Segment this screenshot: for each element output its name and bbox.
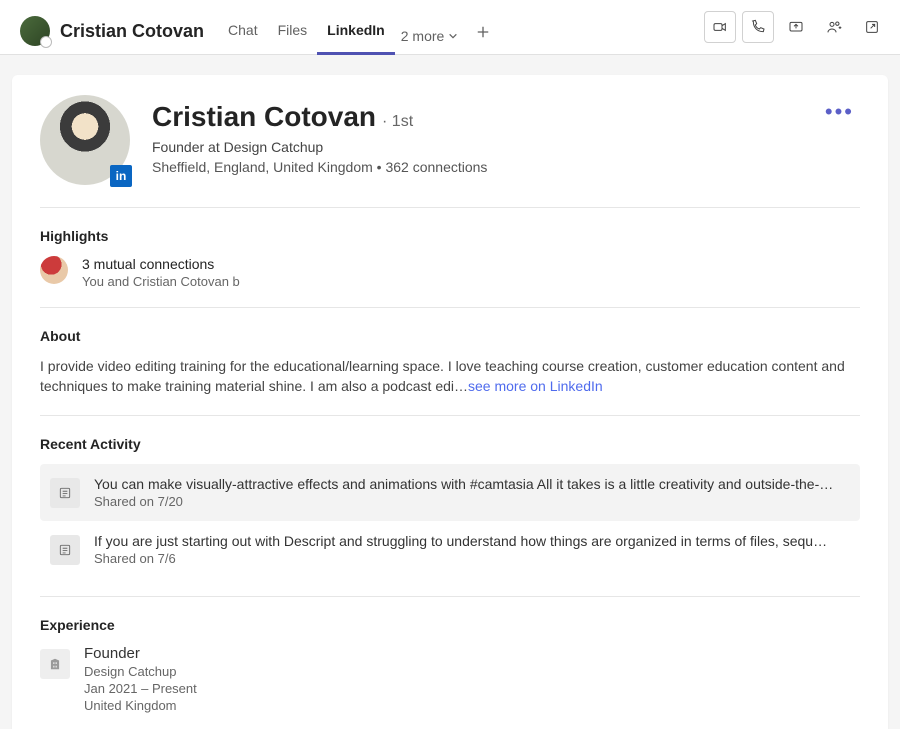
activity-title: You can make visually-attractive effects…	[94, 476, 834, 492]
plus-icon	[476, 25, 490, 39]
tab-chat[interactable]: Chat	[218, 14, 268, 55]
video-call-button[interactable]	[704, 11, 736, 43]
activity-title: If you are just starting out with Descri…	[94, 533, 834, 549]
mutual-connections-title: 3 mutual connections	[82, 256, 240, 272]
about-section: About I provide video editing training f…	[40, 307, 860, 415]
activity-date: Shared on 7/20	[94, 494, 834, 509]
connection-degree: · 1st	[382, 113, 413, 131]
article-icon	[50, 535, 80, 565]
experience-item: Founder Design Catchup Jan 2021 – Presen…	[40, 645, 860, 713]
about-text: I provide video editing training for the…	[40, 358, 845, 394]
conversation-title: Cristian Cotovan	[60, 21, 204, 42]
experience-location: United Kingdom	[84, 698, 197, 713]
profile-location: Sheffield, England, United Kingdom	[152, 159, 373, 175]
tab-linkedin[interactable]: LinkedIn	[317, 14, 395, 55]
company-logo-placeholder	[40, 649, 70, 679]
share-screen-icon	[788, 19, 804, 35]
profile-more-button[interactable]: •••	[819, 95, 860, 185]
presence-avatar[interactable]	[20, 16, 50, 46]
linkedin-card: in Cristian Cotovan · 1st Founder at Des…	[12, 75, 888, 729]
linkedin-badge-icon: in	[110, 165, 132, 187]
tab-more-label: 2 more	[401, 28, 445, 44]
highlights-heading: Highlights	[40, 228, 860, 244]
profile-headline: Founder at Design Catchup	[152, 139, 797, 155]
tab-strip: Chat Files LinkedIn 2 more	[218, 8, 500, 54]
experience-company: Design Catchup	[84, 664, 197, 679]
profile-avatar[interactable]: in	[40, 95, 130, 185]
mutual-connection-avatar	[40, 256, 68, 284]
audio-call-button[interactable]	[742, 11, 774, 43]
mutual-connections-subtitle: You and Cristian Cotovan b	[82, 274, 240, 289]
recent-activity-section: Recent Activity You can make visually-at…	[40, 415, 860, 596]
profile-name: Cristian Cotovan	[152, 101, 376, 133]
about-text-block: I provide video editing training for the…	[40, 356, 860, 397]
tab-files[interactable]: Files	[268, 14, 318, 55]
recent-activity-heading: Recent Activity	[40, 436, 860, 452]
experience-section: Experience Founder Design Catchup Jan 20…	[40, 596, 860, 729]
experience-role: Founder	[84, 645, 197, 662]
profile-info: Cristian Cotovan · 1st Founder at Design…	[152, 95, 797, 185]
article-icon	[50, 478, 80, 508]
activity-date: Shared on 7/6	[94, 551, 834, 566]
tab-more[interactable]: 2 more	[395, 28, 467, 54]
experience-dates: Jan 2021 – Present	[84, 681, 197, 696]
add-tab-button[interactable]	[466, 23, 500, 54]
profile-header: in Cristian Cotovan · 1st Founder at Des…	[40, 95, 860, 207]
popout-button[interactable]	[856, 11, 888, 43]
top-actions	[704, 11, 888, 51]
building-icon	[48, 657, 62, 671]
about-heading: About	[40, 328, 860, 344]
activity-item[interactable]: You can make visually-attractive effects…	[40, 464, 860, 521]
chevron-down-icon	[448, 31, 458, 41]
share-screen-button[interactable]	[780, 11, 812, 43]
experience-heading: Experience	[40, 617, 860, 633]
profile-location-connections: Sheffield, England, United Kingdom • 362…	[152, 159, 797, 175]
people-add-icon	[826, 19, 842, 35]
see-more-link[interactable]: see more on LinkedIn	[468, 378, 603, 394]
activity-item[interactable]: If you are just starting out with Descri…	[40, 521, 860, 578]
highlights-section: Highlights 3 mutual connections You and …	[40, 207, 860, 307]
add-people-button[interactable]	[818, 11, 850, 43]
popout-icon	[864, 19, 880, 35]
phone-icon	[750, 19, 766, 35]
top-bar: Cristian Cotovan Chat Files LinkedIn 2 m…	[0, 0, 900, 55]
profile-connections: 362 connections	[385, 159, 487, 175]
content-scroll[interactable]: in Cristian Cotovan · 1st Founder at Des…	[0, 55, 900, 729]
video-icon	[712, 19, 728, 35]
